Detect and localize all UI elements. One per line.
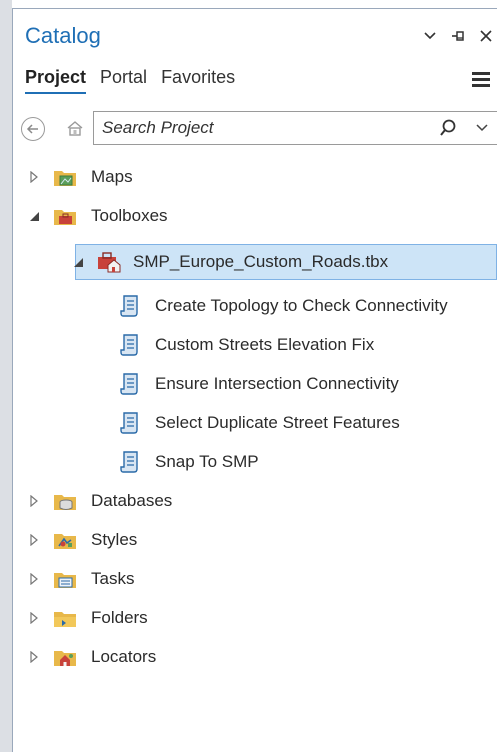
- tree-item-styles[interactable]: Styles: [27, 524, 137, 556]
- tree-item-label: SMP_Europe_Custom_Roads.tbx: [133, 252, 389, 271]
- window-frame-edge: [0, 0, 12, 752]
- toolboxes-folder-icon: [53, 205, 77, 227]
- script-tool-icon: [119, 450, 141, 474]
- expand-arrow-icon[interactable]: [27, 650, 41, 664]
- tree-item-label: Locators: [91, 647, 157, 666]
- tree-item-script[interactable]: Ensure Intersection Connectivity: [119, 368, 399, 400]
- tree-item-label: Tasks: [91, 569, 135, 588]
- expand-arrow-icon[interactable]: [27, 533, 41, 547]
- toolbox-icon: [97, 251, 121, 273]
- script-tool-icon: [119, 333, 141, 357]
- collapse-arrow-icon[interactable]: [71, 255, 85, 269]
- tree-item-label: Toolboxes: [91, 206, 168, 225]
- tree-item-script[interactable]: Select Duplicate Street Features: [119, 407, 400, 439]
- tree-item-locators[interactable]: Locators: [27, 641, 156, 673]
- collapse-arrow-icon[interactable]: [27, 209, 41, 223]
- tree-item-script[interactable]: Custom Streets Elevation Fix: [119, 329, 374, 361]
- folders-folder-icon: [53, 607, 77, 629]
- databases-folder-icon: [53, 490, 77, 512]
- tree-item-label: Styles: [91, 530, 138, 549]
- tree-item-label: Create Topology to Check Connectivity: [155, 296, 448, 315]
- tree-item-label: Databases: [91, 491, 173, 510]
- expand-arrow-icon[interactable]: [27, 572, 41, 586]
- tree-item-label: Select Duplicate Street Features: [155, 413, 400, 432]
- tree-item-toolboxes[interactable]: Toolboxes: [27, 200, 168, 232]
- expand-arrow-icon[interactable]: [27, 611, 41, 625]
- maps-folder-icon: [53, 166, 77, 188]
- catalog-pane: Catalog Project Portal Favorites Search …: [13, 9, 497, 752]
- expand-arrow-icon[interactable]: [27, 170, 41, 184]
- script-tool-icon: [119, 294, 141, 318]
- styles-folder-icon: [53, 529, 77, 551]
- script-tool-icon: [119, 411, 141, 435]
- expand-arrow-icon[interactable]: [27, 494, 41, 508]
- tree-item-label: Maps: [91, 167, 133, 186]
- tree-item-label: Custom Streets Elevation Fix: [155, 335, 375, 354]
- tree-item-folders[interactable]: Folders: [27, 602, 148, 634]
- script-tool-icon: [119, 372, 141, 396]
- tree-item-label: Snap To SMP: [155, 452, 259, 471]
- locators-folder-icon: [53, 646, 77, 668]
- tree-item-databases[interactable]: Databases: [27, 485, 172, 517]
- tree-item-maps[interactable]: Maps: [27, 161, 133, 193]
- tree-item-label: Folders: [91, 608, 148, 627]
- tree-item-label: Ensure Intersection Connectivity: [155, 374, 399, 393]
- tree-item-tasks[interactable]: Tasks: [27, 563, 134, 595]
- tree-item-script[interactable]: Snap To SMP: [119, 446, 259, 478]
- catalog-tree: Maps Toolboxes SMP_Europe_Custom_Roads.t…: [13, 9, 497, 752]
- tasks-folder-icon: [53, 568, 77, 590]
- tree-item-script[interactable]: Create Topology to Check Connectivity: [119, 290, 448, 322]
- tree-item-toolbox-file[interactable]: SMP_Europe_Custom_Roads.tbx: [71, 246, 388, 278]
